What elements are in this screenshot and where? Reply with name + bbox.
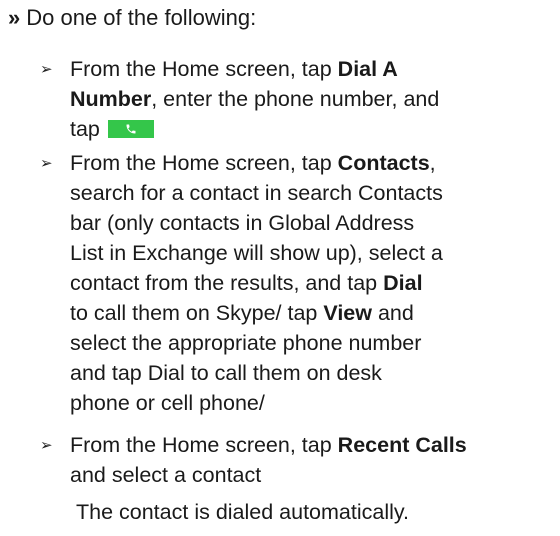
instruction-document: » Do one of the following: ➢ From the Hom… <box>0 0 560 536</box>
phone-handset-icon <box>126 124 136 134</box>
list-item-contacts: From the Home screen, tap Contacts, sear… <box>70 151 443 415</box>
chevron-marker: » <box>8 5 21 30</box>
lead-text: Do one of the following: <box>26 5 257 30</box>
arrow-bullet-icon: ➢ <box>40 61 53 78</box>
view-term: View <box>323 301 372 325</box>
dial-a-number-term-cont: Number <box>70 87 152 111</box>
list-item-dial-number: From the Home screen, tap Dial A Number,… <box>70 57 440 141</box>
dial-a-number-term: Dial A <box>337 57 398 81</box>
contacts-term: Contacts <box>337 151 430 175</box>
arrow-bullet-icon: ➢ <box>40 155 53 172</box>
list-item-recent-calls: From the Home screen, tap Recent Calls a… <box>70 433 467 487</box>
arrow-bullet-icon: ➢ <box>40 437 53 454</box>
dial-term: Dial <box>383 271 423 295</box>
instruction-lead: » Do one of the following: <box>8 3 256 33</box>
result-statement: The contact is dialed automatically. <box>76 500 410 524</box>
dial-button <box>107 120 154 138</box>
recent-calls-term: Recent Calls <box>337 433 467 457</box>
